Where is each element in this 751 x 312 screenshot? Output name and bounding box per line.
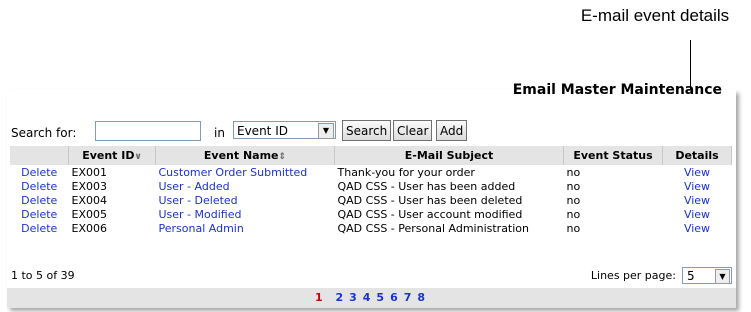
event-status: no	[566, 179, 581, 193]
event-id: EX001	[71, 165, 107, 179]
page-link[interactable]: 8	[417, 291, 425, 304]
event-status: no	[566, 193, 581, 207]
pagination: 1 2345678	[7, 288, 736, 308]
sort-desc-icon[interactable]: ∨	[134, 152, 141, 162]
lines-per-page-select[interactable]: 5 ▼	[682, 267, 732, 284]
table-row: Delete EX003 User - Added QAD CSS - User ha…	[10, 179, 732, 193]
col-details: Details	[662, 146, 732, 165]
delete-link[interactable]: Delete	[10, 221, 69, 235]
chevron-down-icon[interactable]: ▼	[318, 123, 334, 139]
col-actions	[10, 146, 69, 165]
email-table: Event ID∨ Event Name⇕ E-Mail Subject Eve…	[10, 146, 732, 235]
event-name-link[interactable]: User - Added	[156, 179, 335, 193]
table-row: Delete EX005 User - Modified QAD CSS - User…	[10, 207, 732, 221]
event-status: no	[566, 221, 581, 235]
table-footer: 1 to 5 of 39 Lines per page: 5 ▼	[7, 267, 736, 285]
sort-icon[interactable]: ⇕	[279, 152, 287, 162]
page-link[interactable]: 6	[390, 291, 398, 304]
event-id: EX005	[71, 207, 107, 221]
callout-label: E-mail event details	[580, 6, 730, 25]
in-label: in	[214, 126, 225, 140]
page-link[interactable]: 3	[349, 291, 357, 304]
col-event-status: Event Status	[563, 146, 663, 165]
delete-link[interactable]: Delete	[10, 193, 69, 207]
page-title: Email Master Maintenance	[512, 82, 722, 98]
add-button[interactable]: Add	[436, 120, 468, 141]
event-name-link[interactable]: User - Deleted	[156, 193, 335, 207]
event-id: EX006	[71, 221, 107, 235]
search-bar: Search for: in Event ID ▼ Search Clear A…	[11, 120, 731, 144]
view-link[interactable]: View	[663, 193, 732, 207]
view-link[interactable]: View	[663, 207, 732, 221]
search-input[interactable]	[95, 121, 201, 141]
event-status: no	[566, 165, 581, 179]
table-header-row: Event ID∨ Event Name⇕ E-Mail Subject Eve…	[10, 146, 732, 165]
delete-link[interactable]: Delete	[10, 207, 69, 221]
lines-per-page-label: Lines per page:	[590, 269, 676, 282]
view-link[interactable]: View	[663, 165, 732, 179]
page-current: 1	[314, 291, 323, 304]
page-link[interactable]: 2	[335, 291, 343, 304]
chevron-down-icon[interactable]: ▼	[715, 269, 730, 284]
search-field-select[interactable]: Event ID ▼	[233, 121, 336, 139]
event-id: EX003	[71, 179, 107, 193]
event-name-link[interactable]: Personal Admin	[156, 221, 335, 235]
search-button[interactable]: Search	[342, 120, 392, 141]
view-link[interactable]: View	[663, 179, 732, 193]
table-row: Delete EX001 Customer Order Submitted Thank…	[10, 165, 732, 179]
email-subject: QAD CSS - Personal Administration	[337, 221, 530, 235]
page-link[interactable]: 5	[376, 291, 384, 304]
email-subject: QAD CSS - User account modified	[337, 207, 523, 221]
email-subject: QAD CSS - User has been deleted	[337, 193, 523, 207]
email-subject: QAD CSS - User has been added	[337, 179, 516, 193]
search-label: Search for:	[11, 126, 77, 140]
col-event-id-label: Event ID	[82, 149, 135, 162]
row-count: 1 to 5 of 39	[11, 269, 75, 282]
delete-link[interactable]: Delete	[10, 179, 69, 193]
col-event-name[interactable]: Event Name⇕	[155, 146, 335, 165]
table-row: Delete EX006 Personal Admin QAD CSS - Perso…	[10, 221, 732, 235]
event-name-link[interactable]: User - Modified	[156, 207, 335, 221]
table-row: Delete EX004 User - Deleted QAD CSS - User …	[10, 193, 732, 207]
lines-per-page-value: 5	[687, 269, 695, 283]
col-event-name-label: Event Name	[203, 149, 279, 162]
page-link[interactable]: 7	[404, 291, 412, 304]
col-email-subject: E-Mail Subject	[334, 146, 564, 165]
event-status: no	[566, 207, 581, 221]
view-link[interactable]: View	[663, 221, 732, 235]
col-event-id[interactable]: Event ID∨	[68, 146, 156, 165]
clear-button[interactable]: Clear	[393, 120, 433, 141]
page-link[interactable]: 4	[363, 291, 371, 304]
event-id: EX004	[71, 193, 107, 207]
delete-link[interactable]: Delete	[10, 165, 69, 179]
search-field-value: Event ID	[237, 124, 288, 138]
email-subject: Thank-you for your order	[337, 165, 475, 179]
email-master-panel: Email Master Maintenance Search for: in …	[7, 82, 736, 308]
event-name-link[interactable]: Customer Order Submitted	[156, 165, 335, 179]
